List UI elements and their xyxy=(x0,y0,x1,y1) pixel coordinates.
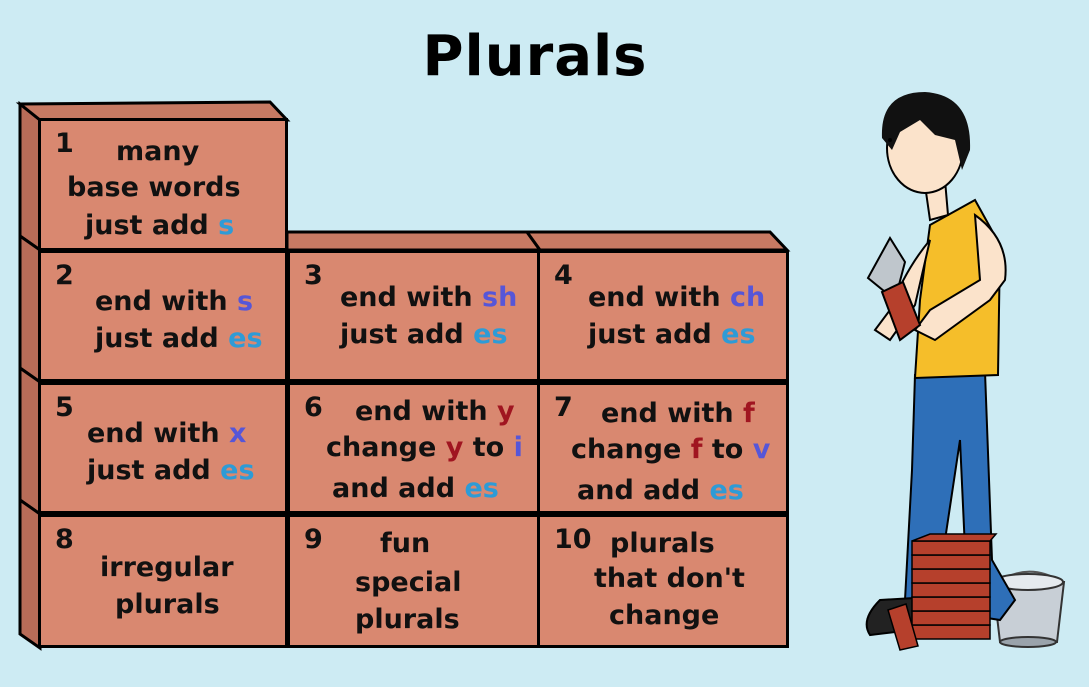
brick-stack-icon xyxy=(887,533,998,651)
boy-illustration xyxy=(865,92,1066,651)
